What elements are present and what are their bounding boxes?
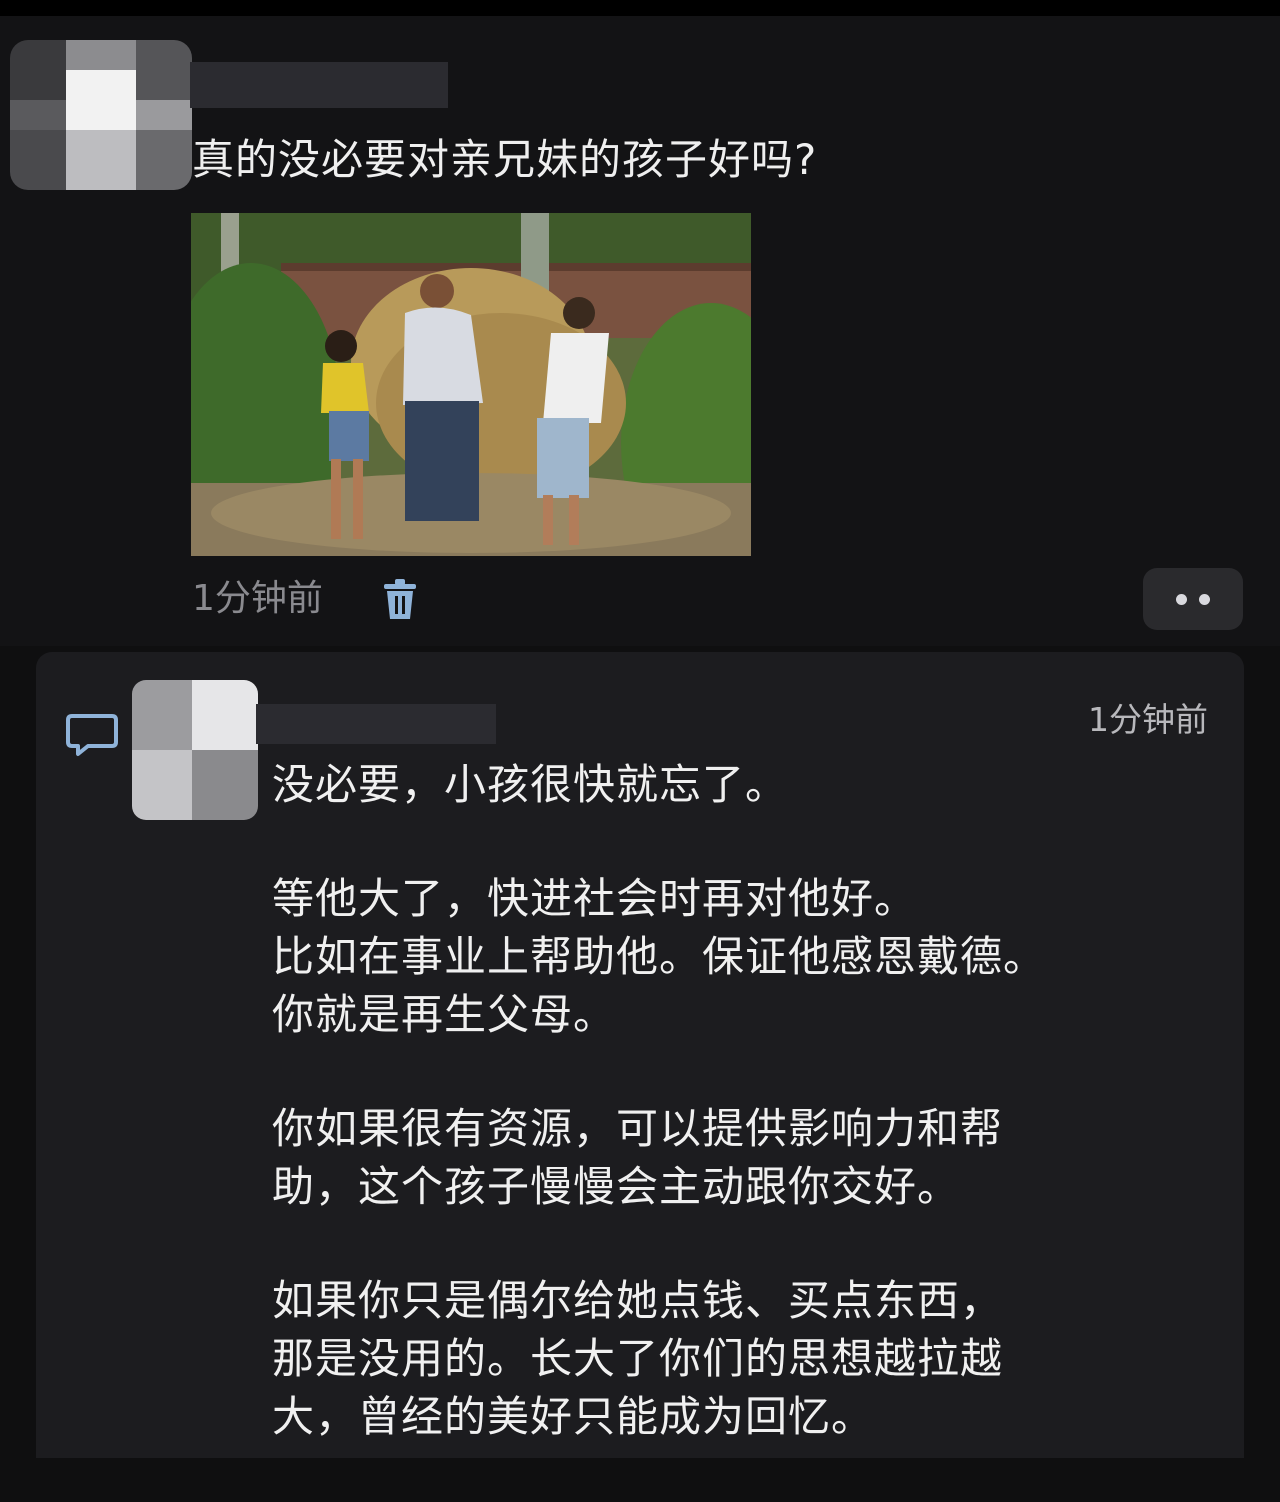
avatar-tile xyxy=(136,100,192,130)
comment-line: 大，曾经的美好只能成为回忆。 xyxy=(272,1392,875,1441)
post-time: 1分钟前 xyxy=(192,578,323,619)
commenter-avatar[interactable] xyxy=(132,680,258,820)
photo-illustration xyxy=(191,213,751,556)
status-bar xyxy=(0,0,1280,16)
post-photo[interactable] xyxy=(191,213,751,556)
avatar-tile xyxy=(66,70,136,130)
comment-line: 你就是再生父母。 xyxy=(272,990,617,1039)
avatar-tile xyxy=(192,750,258,820)
comment-line: 比如在事业上帮助他。保证他感恩戴德。 xyxy=(272,932,1047,981)
avatar-tile xyxy=(132,680,192,750)
comment-paragraph: 你如果很有资源，可以提供影响力和帮 助，这个孩子慢慢会主动跟你交好。 xyxy=(272,1100,1172,1216)
comment-paragraph: 等他大了，快进社会时再对他好。 比如在事业上帮助他。保证他感恩戴德。 你就是再生… xyxy=(272,870,1172,1044)
avatar-tile xyxy=(132,750,192,820)
avatar-tile xyxy=(10,40,66,100)
comment-time: 1分钟前 xyxy=(1088,700,1208,739)
commenter-name-mosaic[interactable] xyxy=(256,704,496,744)
comment-line: 那是没用的。长大了你们的思想越拉越 xyxy=(272,1334,1004,1383)
comment-line: 没必要，小孩很快就忘了。 xyxy=(272,760,789,809)
more-dots-icon xyxy=(1176,593,1187,605)
comment-bubble-icon[interactable] xyxy=(66,712,118,758)
avatar-tile xyxy=(10,100,66,130)
comment-paragraph: 如果你只是偶尔给她点钱、买点东西， 那是没用的。长大了你们的思想越拉越 大，曾经… xyxy=(272,1272,1172,1446)
post-title: 真的没必要对亲兄妹的孩子好吗? xyxy=(192,135,818,184)
avatar-tile xyxy=(136,130,192,190)
delete-button[interactable] xyxy=(380,578,420,622)
comment-body: 没必要，小孩很快就忘了。 等他大了，快进社会时再对他好。 比如在事业上帮助他。保… xyxy=(272,756,1172,1502)
avatar-tile xyxy=(10,130,66,190)
trash-icon xyxy=(384,579,416,619)
avatar-tile xyxy=(192,680,258,750)
username-mosaic[interactable] xyxy=(190,62,448,108)
comment-line: 如果你只是偶尔给她点钱、买点东西， xyxy=(272,1276,1004,1325)
comment-line: 等他大了，快进社会时再对他好。 xyxy=(272,874,918,923)
more-dots-icon xyxy=(1199,593,1210,605)
avatar-tile xyxy=(66,130,136,190)
user-avatar[interactable] xyxy=(10,40,192,190)
avatar-tile xyxy=(136,40,192,100)
comment-paragraph: 没必要，小孩很快就忘了。 xyxy=(272,756,1172,814)
more-button[interactable] xyxy=(1143,568,1243,630)
comment-line: 助，这个孩子慢慢会主动跟你交好。 xyxy=(272,1162,961,1211)
comment-line: 你如果很有资源，可以提供影响力和帮 xyxy=(272,1104,1004,1153)
